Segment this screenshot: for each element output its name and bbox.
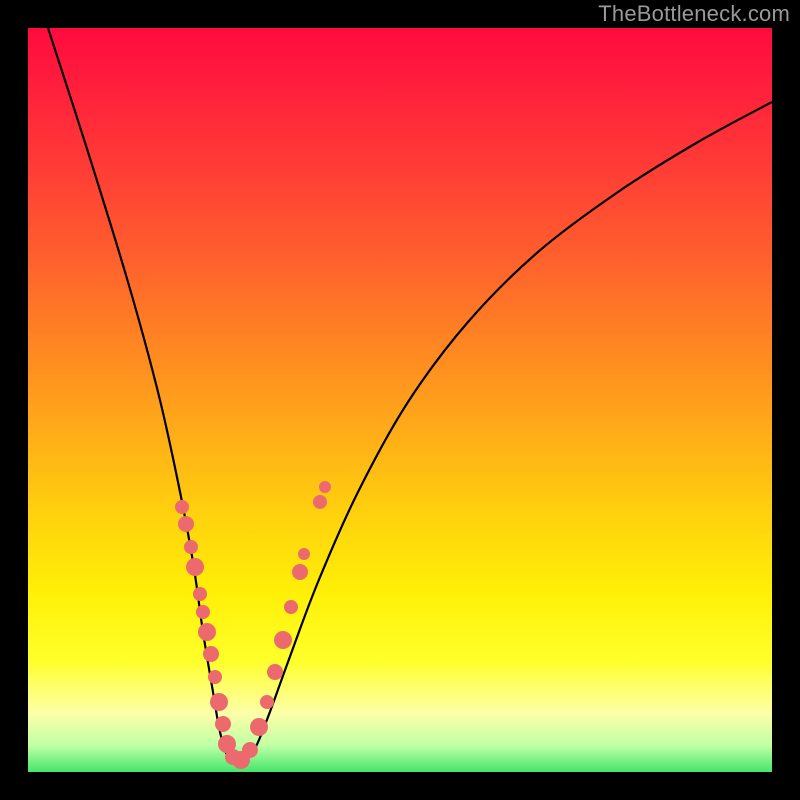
highlight-dot [260,695,274,709]
highlight-dot [292,564,308,580]
highlight-dot [203,646,219,662]
highlight-dot [298,548,310,560]
plot-area [28,28,772,772]
watermark-bar: TheBottleneck.com [0,0,800,28]
bottleneck-curve [48,28,772,762]
highlight-dot [274,631,292,649]
highlight-dot [319,481,331,493]
highlight-dot [215,716,231,732]
highlight-dot [250,718,268,736]
highlight-dot [267,664,283,680]
highlight-dot [175,500,189,514]
watermark-text: TheBottleneck.com [598,1,790,26]
highlight-dot [198,623,216,641]
chart-svg [28,28,772,772]
chart-frame: TheBottleneck.com [0,0,800,800]
highlight-dot [208,670,222,684]
highlight-dot [284,600,298,614]
highlight-dots [175,481,331,769]
highlight-dot [313,495,327,509]
highlight-dot [178,516,194,532]
highlight-dot [196,605,210,619]
highlight-dot [184,540,198,554]
highlight-dot [210,693,228,711]
highlight-dot [193,587,207,601]
highlight-dot [186,558,204,576]
highlight-dot [242,742,258,758]
